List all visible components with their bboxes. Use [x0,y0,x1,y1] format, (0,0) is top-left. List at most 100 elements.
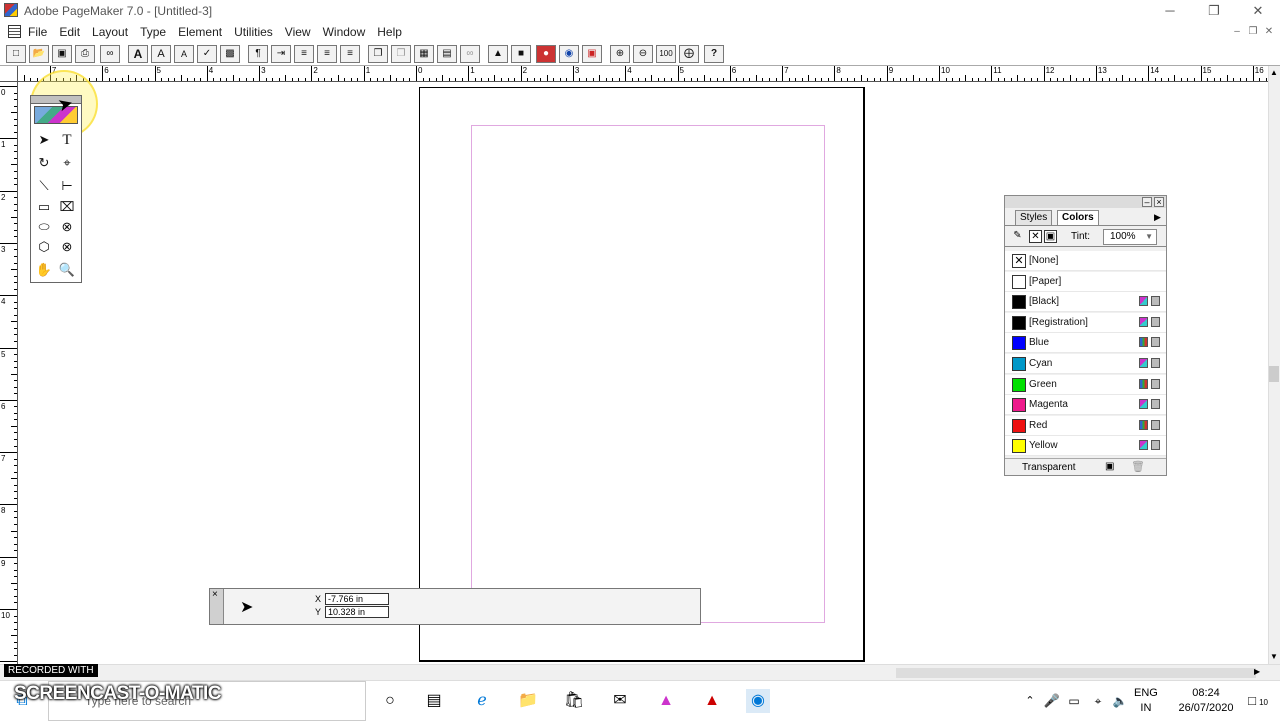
menu-file[interactable]: File [22,24,53,40]
trash-icon[interactable]: 🗑 [1131,460,1145,473]
x-coordinate-field[interactable]: -7.766 in [325,593,389,605]
microphone-icon[interactable]: 🎤 [1040,689,1064,713]
crop-image-icon[interactable]: ■ [511,45,531,63]
scroll-down-icon[interactable]: ▼ [1270,652,1278,661]
palette-minimize-button[interactable]: – [1142,197,1152,207]
palette-close-button[interactable]: × [1154,197,1164,207]
battery-icon[interactable]: ▭ [1062,689,1086,713]
acrobat-taskbar-icon[interactable]: ▲ [700,689,724,713]
zoom-tool-icon[interactable]: 🔍 [56,260,78,280]
y-coordinate-field[interactable]: 10.328 in [325,606,389,618]
pagemaker-taskbar-icon[interactable]: ▲ [654,689,678,713]
tab-colors[interactable]: Colors [1057,210,1099,225]
line-tool-icon[interactable]: ⟍ [33,176,55,196]
horizontal-scrollbar[interactable]: ▶ [0,664,1280,680]
notifications-icon[interactable]: □ 10 [1240,689,1268,715]
rotate-tool-icon[interactable]: ↻ [33,153,55,173]
web-icon[interactable]: ◉ [559,45,579,63]
menu-layout[interactable]: Layout [86,24,134,40]
screencast-taskbar-icon[interactable]: ◉ [746,689,770,713]
cortana-icon[interactable]: ○ [378,689,402,713]
color-icon[interactable]: ▩ [220,45,240,63]
smaller-font-icon[interactable]: A [174,45,194,63]
find-icon[interactable]: ∞ [100,45,120,63]
language-indicator[interactable]: ENG IN [1134,686,1158,716]
pointer-tool-icon[interactable]: ➤ [33,130,55,150]
color-row[interactable]: Yellow [1005,436,1166,457]
menu-utilities[interactable]: Utilities [228,24,279,40]
color-row[interactable]: [Registration] [1005,312,1166,333]
rectangle-tool-icon[interactable]: ▭ [33,197,55,217]
fill-icon[interactable]: ✕ [1029,230,1042,243]
bullets-icon[interactable]: ≡ [294,45,314,63]
crop-tool-icon[interactable]: ⌖ [56,153,78,173]
image-icon[interactable]: ▲ [488,45,508,63]
polygon-frame-tool-icon[interactable]: ⊗ [56,237,78,257]
color-row[interactable]: [Black] [1005,292,1166,313]
acrobat-icon[interactable]: ● [536,45,556,63]
constrained-line-tool-icon[interactable]: ⊢ [56,176,78,196]
open-icon[interactable]: 📂 [29,45,49,63]
vertical-scrollbar[interactable]: ▲ ▼ [1268,66,1280,664]
book-icon[interactable]: ❐ [391,45,411,63]
store-icon[interactable]: 🛍 [562,689,586,713]
menu-element[interactable]: Element [172,24,228,40]
document-menu-icon[interactable] [8,25,21,38]
stroke-icon[interactable]: ✎ [1011,230,1024,243]
numbering-icon[interactable]: ≡ [317,45,337,63]
spell-check-icon[interactable]: ✓ [197,45,217,63]
vertical-ruler[interactable]: 01234567891011 [0,82,18,664]
export-icon[interactable]: ▦ [414,45,434,63]
horizontal-ruler[interactable]: 7 6 5 4 3 2 1 0 1 2 3 4 5 6 7 8 9 10 11 12 13 14 15 16 [18,66,1268,82]
fit-window-icon[interactable]: ⨁ [679,45,699,63]
ruler-origin[interactable] [0,66,18,82]
palette-menu-arrow-icon[interactable]: ▶ [1154,212,1161,223]
hand-tool-icon[interactable]: ✋ [33,260,55,280]
color-row[interactable]: Magenta [1005,395,1166,416]
close-button[interactable]: ✕ [1236,0,1280,22]
color-row[interactable]: Cyan [1005,354,1166,374]
help-icon[interactable]: ? [704,45,724,63]
new-color-icon[interactable]: ▣ [1105,461,1114,472]
polygon-tool-icon[interactable]: ⬡ [33,237,55,257]
color-row[interactable]: Blue [1005,333,1166,354]
place-icon[interactable]: ▤ [437,45,457,63]
text-tool-icon[interactable]: T [56,130,78,150]
scroll-right-icon[interactable]: ▶ [1254,667,1260,676]
save-icon[interactable]: ▣ [52,45,72,63]
tray-chevron-icon[interactable]: ⌃ [1018,689,1042,713]
color-row[interactable]: Red [1005,415,1166,436]
edge-icon[interactable]: ℯ [470,689,494,713]
zoom-in-icon[interactable]: ⊕ [610,45,630,63]
minimize-button[interactable]: ─ [1148,0,1192,22]
volume-icon[interactable]: 🔈 [1108,689,1132,713]
actual-size-icon[interactable]: 100 [656,45,676,63]
rectangle-frame-tool-icon[interactable]: ⌧ [56,197,78,217]
paragraph-icon[interactable]: ¶ [248,45,268,63]
tint-select[interactable]: 100% ▼ [1103,229,1157,245]
pages-icon[interactable]: ❐ [368,45,388,63]
wifi-icon[interactable]: ⌖ [1086,689,1110,713]
control-palette-handle[interactable]: × [210,589,224,624]
menu-help[interactable]: Help [371,24,408,40]
larger-font-icon[interactable]: A [151,45,171,63]
new-document-icon[interactable]: □ [6,45,26,63]
ellipse-tool-icon[interactable]: ⬭ [33,217,55,237]
indent-right-icon[interactable]: ≡ [340,45,360,63]
task-view-icon[interactable]: ▤ [422,689,446,713]
menu-window[interactable]: Window [317,24,372,40]
text-size-icon[interactable]: A [128,45,148,63]
fill-stroke-icon[interactable]: ▣ [1044,230,1057,243]
clock[interactable]: 08:24 26/07/2020 [1176,686,1236,716]
restore-button[interactable]: ❐ [1192,0,1236,22]
zoom-out-icon[interactable]: ⊖ [633,45,653,63]
horizontal-scroll-thumb[interactable] [896,668,1256,678]
color-row[interactable]: ✕ [None] [1005,251,1166,271]
print-icon[interactable]: ⎙ [75,45,95,63]
scroll-up-icon[interactable]: ▲ [1270,68,1278,77]
color-row[interactable]: Green [1005,374,1166,395]
menu-edit[interactable]: Edit [53,24,86,40]
menu-view[interactable]: View [279,24,317,40]
ellipse-frame-tool-icon[interactable]: ⊗ [56,217,78,237]
tab-styles[interactable]: Styles [1015,210,1053,225]
